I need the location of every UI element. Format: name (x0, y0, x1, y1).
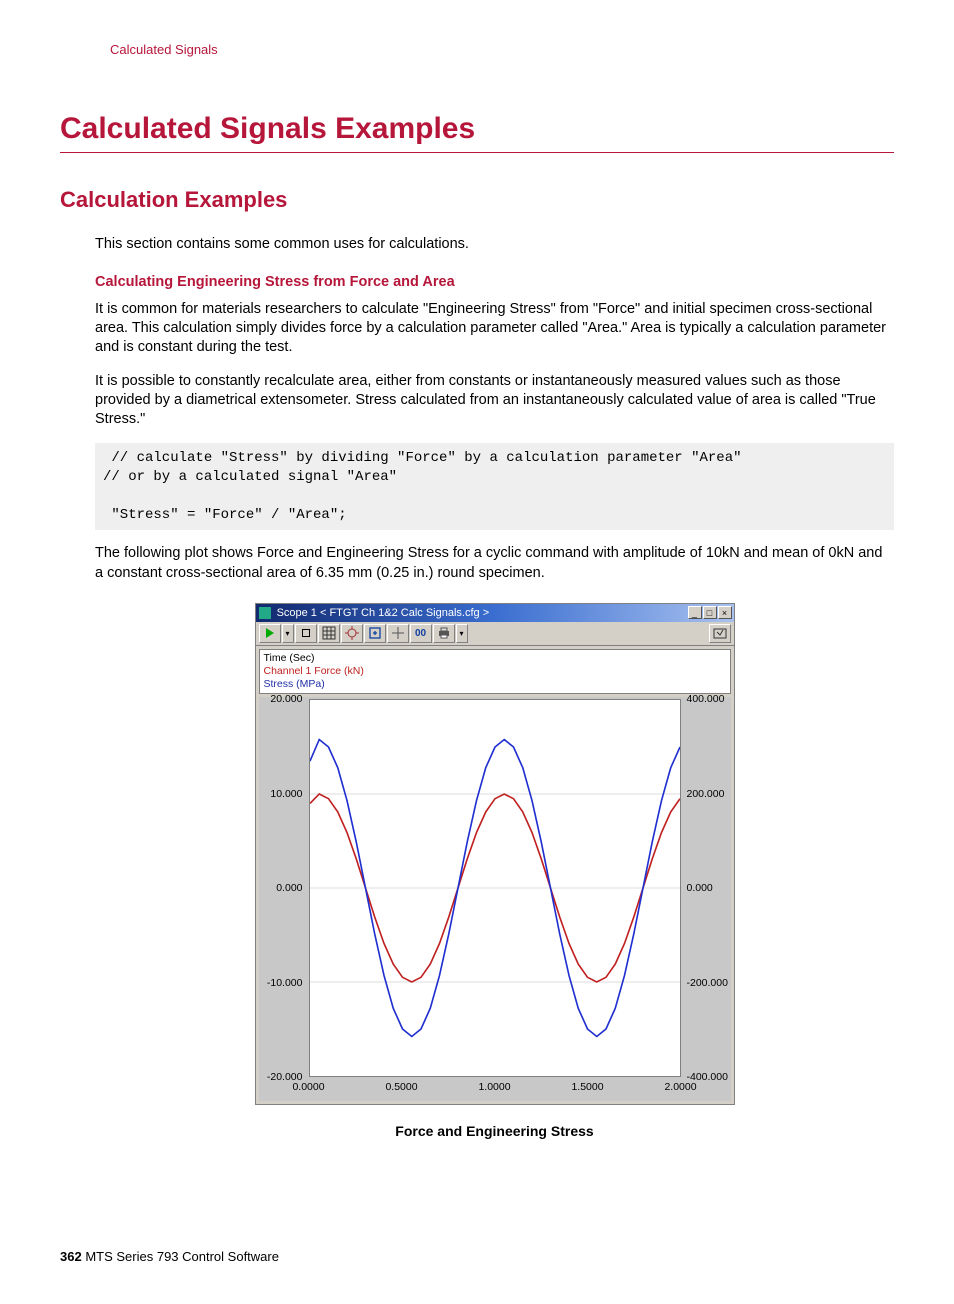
heading-2: Calculation Examples (60, 187, 894, 213)
app-icon (259, 607, 271, 619)
pan-button[interactable] (387, 624, 409, 643)
scope-legend: Time (Sec) Channel 1 Force (kN) Stress (… (259, 649, 731, 694)
running-header: Calculated Signals (110, 42, 894, 57)
zoom-target-icon (345, 626, 359, 640)
y-tick-left: 10.000 (261, 788, 307, 800)
x-axis: 0.00000.50001.00001.50002.0000 (309, 1079, 681, 1099)
x-tick: 2.0000 (664, 1081, 696, 1093)
chevron-down-icon: ▾ (285, 629, 289, 638)
chart-canvas[interactable] (309, 699, 681, 1077)
close-button[interactable]: × (718, 606, 732, 619)
export-button[interactable] (709, 624, 731, 643)
y-tick-right: -200.000 (683, 977, 729, 989)
y-tick-right: 0.000 (683, 882, 729, 894)
page-number: 362 (60, 1249, 82, 1264)
maximize-button[interactable]: □ (703, 606, 717, 619)
grid-icon (322, 626, 336, 640)
zoom-target-button[interactable] (341, 624, 363, 643)
y-tick-right: 400.000 (683, 693, 729, 705)
reset-zoom-label: 00 (415, 628, 426, 639)
y-tick-left: 0.000 (261, 882, 307, 894)
y-tick-right: 200.000 (683, 788, 729, 800)
zoom-box-button[interactable] (364, 624, 386, 643)
play-dropdown[interactable]: ▾ (282, 624, 294, 643)
window-title-text: Scope 1 < FTGT Ch 1&2 Calc Signals.cfg > (277, 607, 490, 619)
chevron-down-icon: ▾ (459, 629, 463, 638)
paragraph: It is common for materials researchers t… (95, 300, 894, 357)
legend-stress: Stress (MPa) (264, 678, 726, 691)
zoom-box-icon (368, 626, 382, 640)
legend-force: Channel 1 Force (kN) (264, 665, 726, 678)
print-dropdown[interactable]: ▾ (456, 624, 468, 643)
y-axis-left: 20.00010.0000.000-10.000-20.000 (261, 699, 307, 1077)
play-button[interactable] (259, 624, 281, 643)
figure-caption: Force and Engineering Stress (95, 1123, 894, 1139)
y-axis-right: 400.000200.0000.000-200.000-400.000 (683, 699, 729, 1077)
x-tick: 1.0000 (478, 1081, 510, 1093)
paragraph: It is possible to constantly recalculate… (95, 372, 894, 429)
stop-button[interactable] (295, 624, 317, 643)
scope-plot: 20.00010.0000.000-10.000-20.000 400.0002… (259, 697, 731, 1101)
pan-icon (391, 626, 405, 640)
footer-title: MTS Series 793 Control Software (85, 1249, 279, 1264)
stop-icon (302, 629, 310, 637)
paragraph: The following plot shows Force and Engin… (95, 544, 894, 582)
print-button[interactable] (433, 624, 455, 643)
page-footer: 362 MTS Series 793 Control Software (60, 1249, 894, 1264)
y-tick-left: 20.000 (261, 693, 307, 705)
window-title: Scope 1 < FTGT Ch 1&2 Calc Signals.cfg > (259, 607, 490, 619)
minimize-button[interactable]: _ (688, 606, 702, 619)
legend-time: Time (Sec) (264, 652, 726, 665)
y-tick-left: -10.000 (261, 977, 307, 989)
grid-button[interactable] (318, 624, 340, 643)
scope-toolbar: ▾ 00 (256, 622, 734, 646)
heading-1: Calculated Signals Examples (60, 112, 894, 153)
print-icon (437, 626, 451, 640)
reset-zoom-button[interactable]: 00 (410, 624, 432, 643)
scope-window: Scope 1 < FTGT Ch 1&2 Calc Signals.cfg >… (255, 603, 735, 1105)
window-titlebar[interactable]: Scope 1 < FTGT Ch 1&2 Calc Signals.cfg >… (256, 604, 734, 622)
intro-paragraph: This section contains some common uses f… (95, 235, 894, 254)
export-icon (713, 626, 727, 640)
play-icon (266, 628, 274, 638)
x-tick: 0.5000 (385, 1081, 417, 1093)
x-tick: 1.5000 (571, 1081, 603, 1093)
x-tick: 0.0000 (292, 1081, 324, 1093)
heading-3: Calculating Engineering Stress from Forc… (95, 274, 894, 290)
code-block: // calculate "Stress" by dividing "Force… (95, 443, 894, 531)
